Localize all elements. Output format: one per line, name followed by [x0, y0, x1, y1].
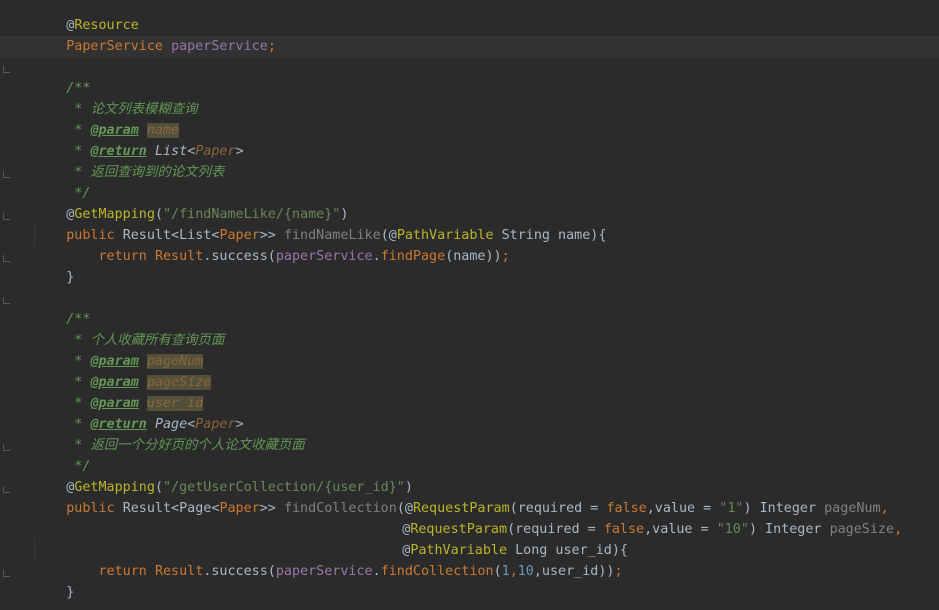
field-ref: paperService [275, 249, 373, 264]
semicolon: ; [614, 564, 623, 579]
class-ref: Result [154, 564, 204, 579]
return-type: Result<Page< [122, 501, 220, 516]
number-literal: 10 [517, 564, 534, 579]
return-type-close: >> [259, 501, 284, 516]
javadoc-description: 返回查询到的论文列表 [90, 165, 225, 180]
code-line-9[interactable]: */ [34, 162, 90, 201]
code-line-25[interactable]: @RequestParam(required = false,value = "… [370, 498, 902, 537]
editor-gutter [0, 0, 22, 610]
semicolon: ; [267, 39, 276, 54]
closing-brace: } [66, 585, 75, 600]
fold-marker[interactable] [3, 570, 10, 577]
code-line-6[interactable]: * @param name [34, 99, 180, 138]
code-line-13[interactable]: } [34, 246, 74, 285]
default-value: "10" [716, 522, 749, 537]
code-line-30[interactable]: /** [34, 600, 90, 610]
code-line-16[interactable]: * 个人收藏所有查询页面 [34, 309, 224, 348]
keyword-public: public [66, 501, 115, 516]
method-call-name: findPage [380, 249, 446, 264]
comma: , [894, 522, 903, 537]
param-name: pageSize [829, 522, 895, 537]
code-line-5[interactable]: * 论文列表模糊查询 [34, 78, 197, 117]
code-line-8[interactable]: * 返回查询到的论文列表 [34, 141, 224, 180]
code-line-4[interactable]: /** [34, 57, 90, 96]
code-line-20[interactable]: * @return Page<Paper> [34, 393, 243, 432]
code-line-7[interactable]: * @return List<Paper> [34, 120, 243, 159]
method-call: .success( [203, 564, 276, 579]
code-line-22[interactable]: */ [34, 435, 90, 474]
code-line-15[interactable]: /** [34, 288, 90, 327]
fold-marker[interactable] [3, 213, 10, 220]
call-args: (name)) [445, 249, 502, 264]
fold-marker[interactable] [3, 66, 10, 73]
field-name: paperService [171, 39, 268, 54]
code-line-27[interactable]: return Result.success(paperService.findC… [34, 540, 623, 579]
fold-marker[interactable] [3, 297, 10, 304]
paren: ( [493, 564, 502, 579]
closing-brace: } [66, 270, 75, 285]
fold-marker[interactable] [3, 486, 10, 493]
method-call-name: findCollection [380, 564, 494, 579]
field-type: PaperService [66, 39, 163, 54]
method-call: .success( [203, 249, 276, 264]
generic-type: Paper [219, 501, 260, 516]
javadoc-angle: > [235, 144, 244, 159]
keyword-return: return [98, 249, 147, 264]
code-line-10[interactable]: @GetMapping("/findNameLike/{name}") [34, 183, 348, 222]
code-line-19[interactable]: * @param user_id [34, 372, 204, 411]
class-ref: Result [154, 249, 204, 264]
code-line-24[interactable]: public Result<Page<Paper>> findCollectio… [34, 477, 888, 516]
code-line-26[interactable]: @PathVariable Long user_id){ [370, 519, 628, 558]
code-line-28[interactable]: } [34, 561, 74, 600]
code-line-21[interactable]: * 返回一个分好页的个人论文收藏页面 [34, 414, 304, 453]
fold-marker[interactable] [3, 255, 10, 262]
code-line-17[interactable]: * @param pageNum [34, 330, 204, 369]
code-line-12[interactable]: return Result.success(paperService.findP… [34, 225, 510, 264]
keyword-return: return [98, 564, 147, 579]
annotation-args: ,value = [644, 522, 717, 537]
call-args: ,user_id)) [533, 564, 615, 579]
code-line-1[interactable]: @Resource [34, 0, 139, 33]
code-line-11[interactable]: public Result<List<Paper>> findNameLike(… [34, 204, 606, 243]
method-params: String name){ [493, 228, 607, 243]
code-line-18[interactable]: * @param pageSize [34, 351, 212, 390]
semicolon: ; [501, 249, 510, 264]
comma: , [509, 564, 518, 579]
code-editor[interactable]: @Resource PaperService paperService; /**… [0, 0, 939, 610]
number-literal: 1 [501, 564, 510, 579]
code-line-23[interactable]: @GetMapping("/getUserCollection/{user_id… [34, 456, 413, 495]
param-type: ) Integer [748, 522, 830, 537]
code-line-2[interactable]: PaperService paperService; [34, 15, 276, 54]
field-ref: paperService [275, 564, 373, 579]
fold-marker[interactable] [3, 171, 10, 178]
dot: . [372, 564, 381, 579]
dot: . [372, 249, 381, 264]
fold-marker[interactable] [3, 444, 10, 451]
javadoc-description: 返回一个分好页的个人论文收藏页面 [90, 438, 305, 453]
